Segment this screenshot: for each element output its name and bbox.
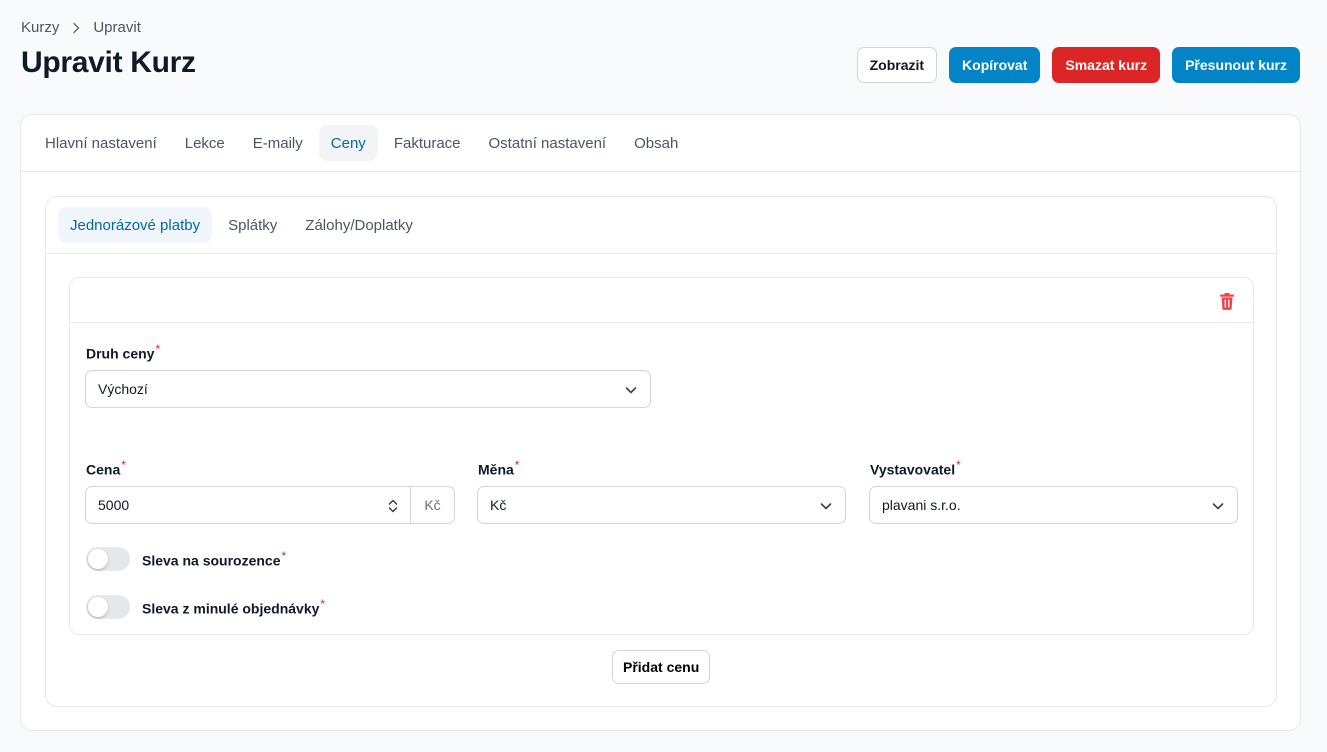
add-price-button[interactable]: Přidat cenu [612, 650, 711, 684]
previous-order-discount-label: Sleva z minulé objednávky* [142, 597, 326, 617]
subtab-installments[interactable]: Splátky [216, 207, 289, 243]
price-type-value: Výchozí [98, 381, 148, 397]
price-input[interactable]: 5000 [86, 487, 411, 523]
tab-invoicing[interactable]: Fakturace [382, 125, 473, 161]
show-button[interactable]: Zobrazit [856, 47, 938, 83]
issuer-label: Vystavovatel* [870, 458, 961, 478]
page-title: Upravit Kurz [21, 46, 196, 79]
breadcrumb: Kurzy Upravit [21, 19, 141, 36]
move-course-button[interactable]: Přesunout kurz [1172, 47, 1300, 83]
price-type-select[interactable]: Výchozí [85, 370, 651, 408]
currency-select[interactable]: Kč [477, 486, 846, 524]
tab-main-settings[interactable]: Hlavní nastavení [33, 125, 169, 161]
currency-label: Měna* [478, 458, 520, 478]
price-label: Cena* [86, 458, 126, 478]
price-item-header [70, 278, 1253, 323]
tab-emails[interactable]: E-maily [241, 125, 315, 161]
sibling-discount-row: Sleva na sourozence* [86, 547, 286, 571]
trash-icon[interactable] [1218, 291, 1236, 311]
chevron-down-icon [820, 503, 832, 510]
subtab-deposits[interactable]: Zálohy/Doplatky [293, 207, 425, 243]
tab-prices[interactable]: Ceny [318, 125, 378, 161]
issuer-value: plavani s.r.o. [882, 497, 961, 513]
stepper-icon[interactable] [388, 498, 398, 514]
sibling-discount-toggle[interactable] [86, 547, 130, 571]
tab-content[interactable]: Obsah [622, 125, 690, 161]
main-tabs: Hlavní nastavení Lekce E-maily Ceny Fakt… [21, 115, 1300, 172]
issuer-select[interactable]: plavani s.r.o. [869, 486, 1238, 524]
previous-order-discount-row: Sleva z minulé objednávky* [86, 595, 325, 619]
chevron-right-icon [69, 21, 83, 35]
price-currency-suffix: Kč [424, 497, 441, 513]
breadcrumb-current: Upravit [93, 19, 141, 36]
breadcrumb-link-kurzy[interactable]: Kurzy [21, 19, 59, 36]
chevron-down-icon [625, 387, 637, 394]
price-item: Druh ceny* Výchozí Cena* 5000 Kč Měna* K… [69, 277, 1254, 635]
prices-panel: Jednorázové platby Splátky Zálohy/Doplat… [45, 196, 1277, 707]
header-actions: Zobrazit Kopírovat Smazat kurz Přesunout… [856, 47, 1300, 83]
chevron-down-icon [1212, 503, 1224, 510]
previous-order-discount-toggle[interactable] [86, 595, 130, 619]
price-value: 5000 [98, 497, 130, 513]
tab-lessons[interactable]: Lekce [173, 125, 237, 161]
price-sub-tabs: Jednorázové platby Splátky Zálohy/Doplat… [46, 197, 1276, 254]
copy-button[interactable]: Kopírovat [949, 47, 1041, 83]
subtab-one-time-payments[interactable]: Jednorázové platby [58, 207, 213, 243]
delete-course-button[interactable]: Smazat kurz [1052, 47, 1161, 83]
price-type-label: Druh ceny* [86, 342, 161, 362]
sibling-discount-label: Sleva na sourozence* [142, 549, 287, 569]
currency-value: Kč [490, 497, 507, 513]
tab-other-settings[interactable]: Ostatní nastavení [477, 125, 619, 161]
price-input-group: 5000 Kč [85, 486, 455, 524]
course-edit-card: Hlavní nastavení Lekce E-maily Ceny Fakt… [20, 114, 1301, 731]
